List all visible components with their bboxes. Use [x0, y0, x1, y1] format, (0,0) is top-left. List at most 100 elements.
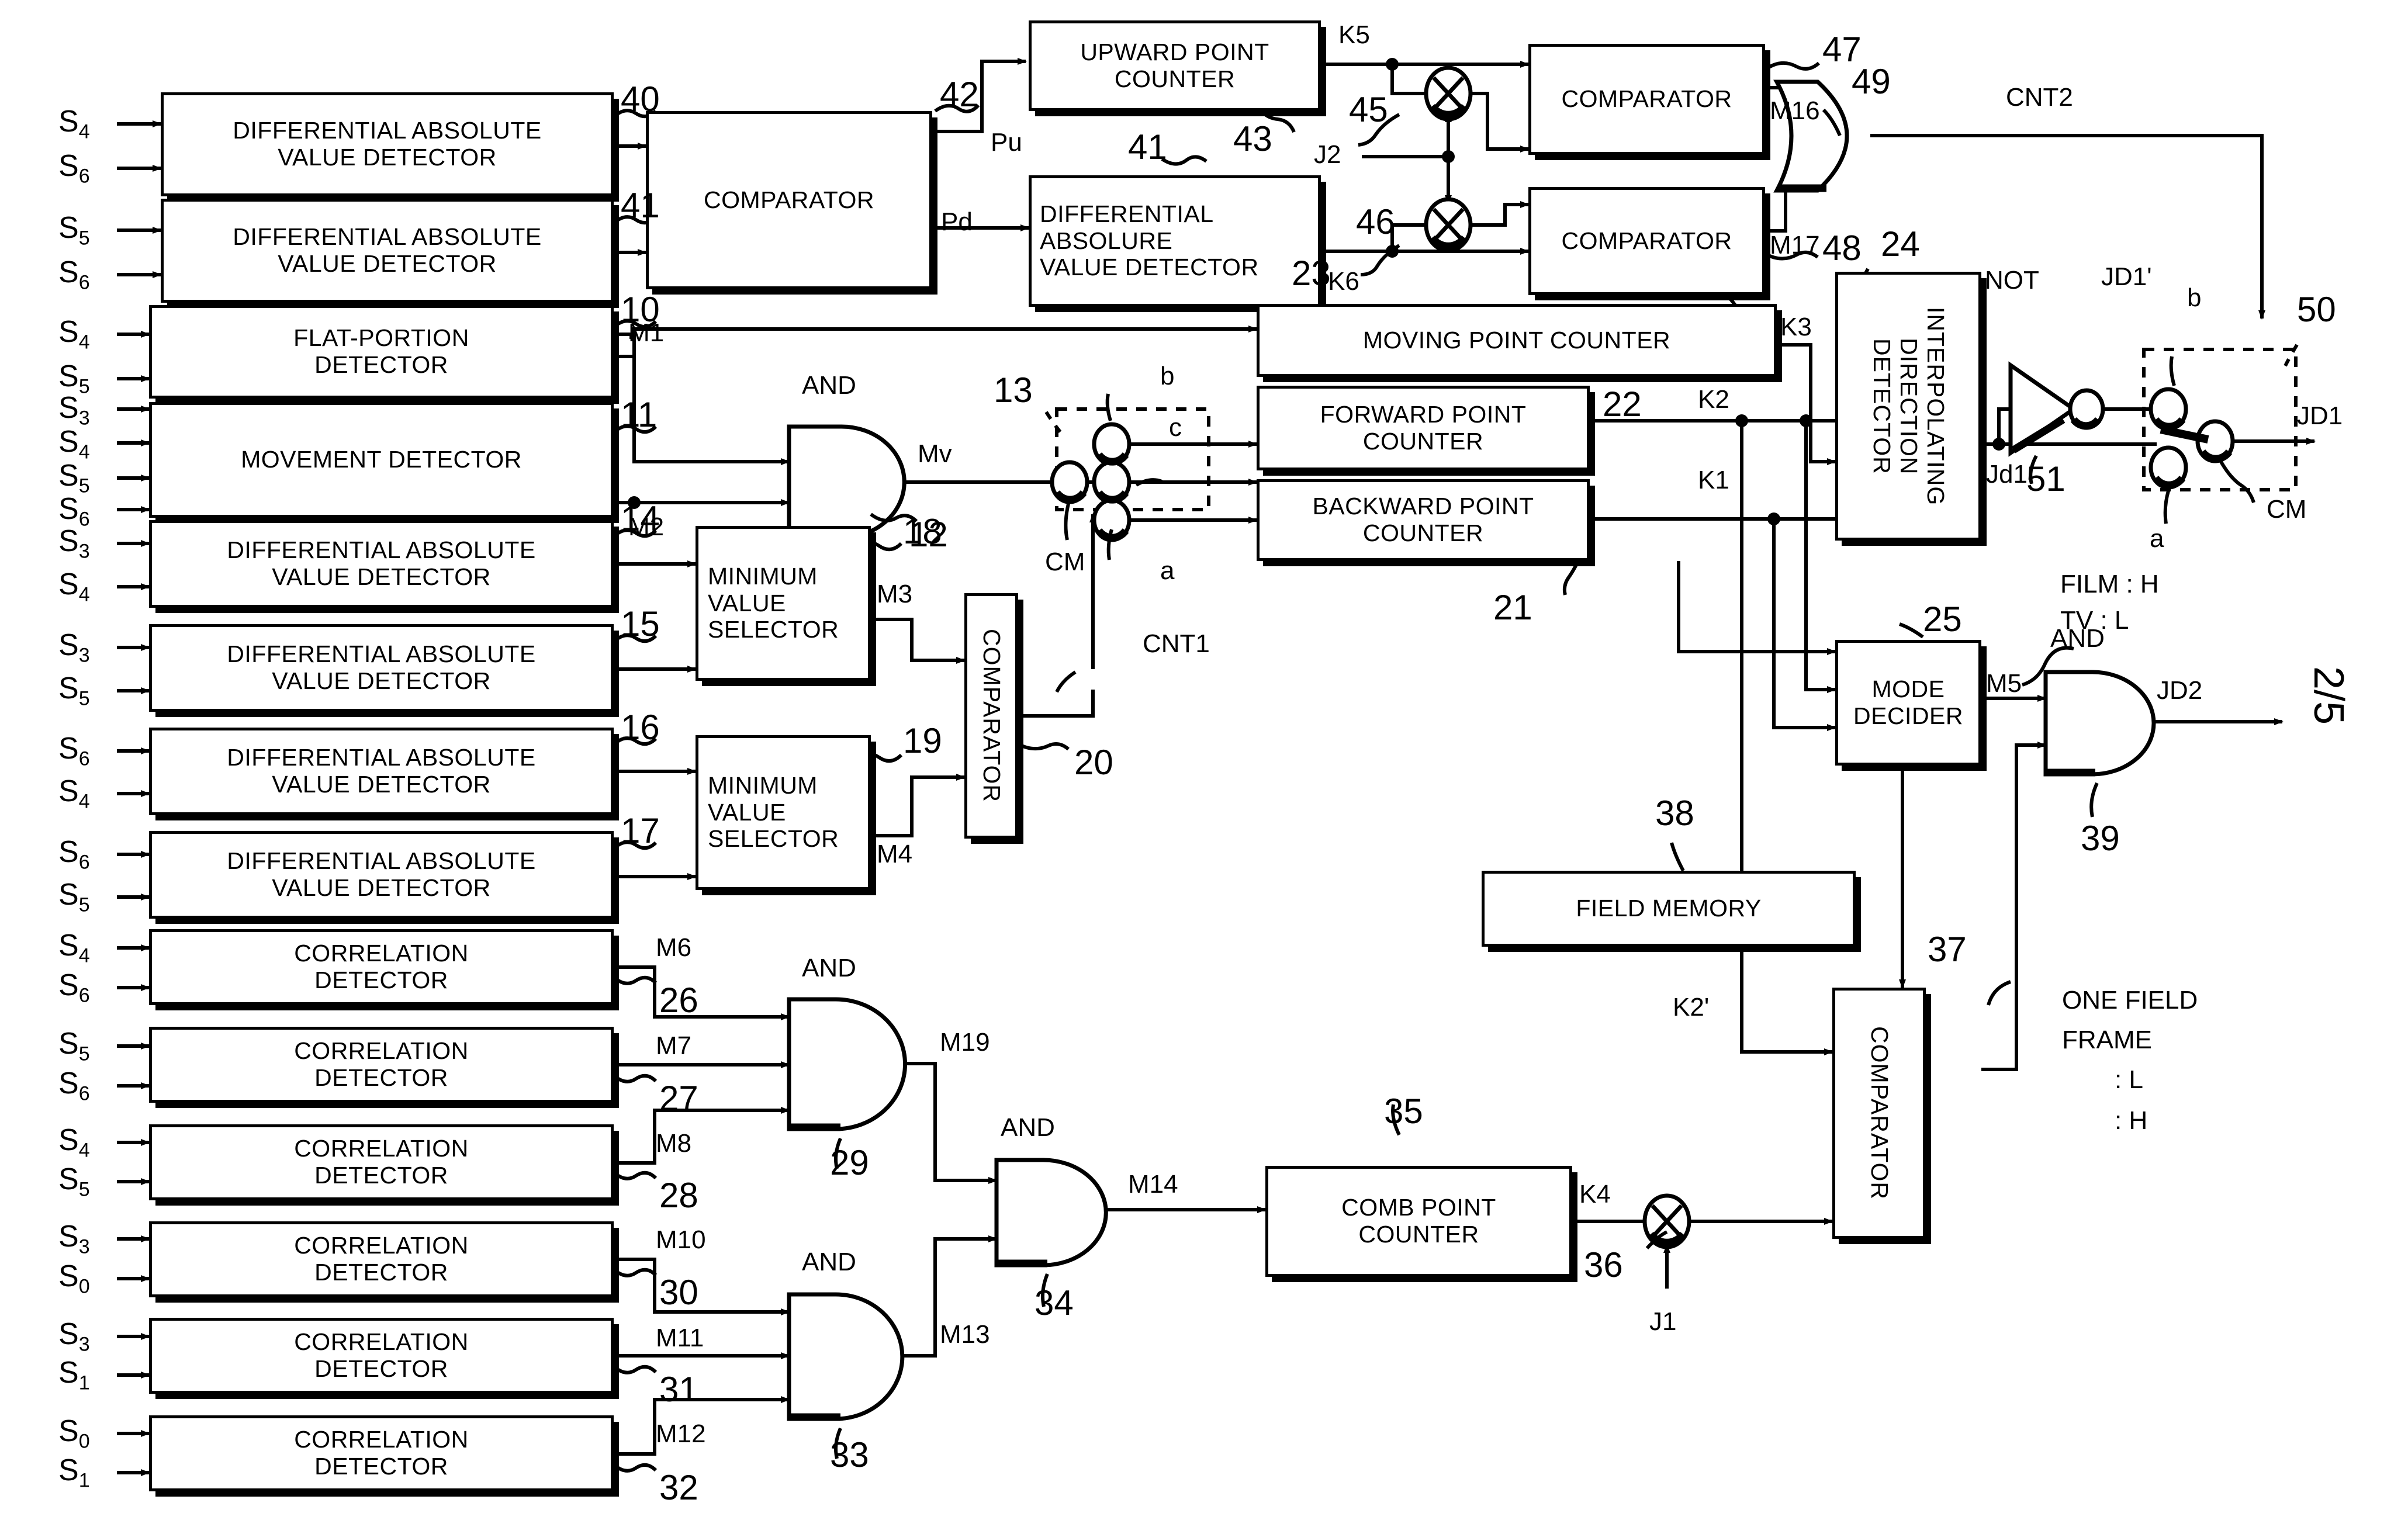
contact-label-a-switch13: a [1160, 556, 1175, 585]
block-line: VALUE [708, 798, 786, 826]
block-line: DIFFERENTIAL ABSOLUTE [227, 536, 536, 564]
block-field-memory-38[interactable]: FIELD MEMORY [1482, 871, 1856, 947]
block-interpolating-direction-detector-24[interactable]: INTERPOLATING DIRECTION DETECTOR [1835, 272, 1981, 541]
block-line: COMPARATOR [1866, 1026, 1893, 1200]
ref-numeral-49: 49 [1852, 62, 1891, 101]
block-line: DIFFERENTIAL ABSOLUTE [227, 847, 536, 875]
ref-numeral-43: 43 [1233, 119, 1272, 158]
ref-numeral-36: 36 [1584, 1245, 1623, 1284]
block-line: COUNTER [1362, 427, 1484, 455]
block-minimum-value-selector-19[interactable]: MINIMUM VALUE SELECTOR [696, 735, 871, 890]
block-line: COUNTER [1114, 65, 1236, 92]
block-line: VALUE DETECTOR [278, 250, 497, 277]
block-differential-absolure-value-detector-41b[interactable]: DIFFERENTIAL ABSOLURE VALUE DETECTOR [1029, 175, 1321, 307]
gate-label-and-34: AND [1001, 1113, 1055, 1142]
block-line: COMPARATOR [703, 186, 875, 213]
input-label-s4: S4 [58, 105, 90, 143]
block-forward-point-counter-22[interactable]: FORWARD POINT COUNTER [1257, 386, 1590, 470]
signal-label-k4: K4 [1579, 1180, 1611, 1208]
block-mode-decider-25[interactable]: MODE DECIDER [1835, 640, 1981, 766]
patent-figure-canvas: DIFFERENTIAL ABSOLUTE VALUE DETECTOR DIF… [0, 0, 2408, 1534]
input-label-s4: S4 [58, 929, 90, 967]
block-backward-point-counter-21[interactable]: BACKWARD POINT COUNTER [1257, 479, 1590, 561]
block-comparator-47[interactable]: COMPARATOR [1528, 44, 1765, 155]
block-comparator-20[interactable]: COMPARATOR [964, 593, 1018, 839]
ref-numeral-19: 19 [903, 721, 942, 760]
block-line: MINIMUM [708, 771, 818, 799]
signal-label-m6: M6 [656, 933, 692, 962]
signal-label-pd: Pd [941, 207, 973, 236]
signal-label-cnt1: CNT1 [1143, 629, 1210, 658]
input-label-s3: S3 [58, 391, 90, 430]
ref-numeral-25: 25 [1923, 600, 1962, 639]
block-correlation-detector-30[interactable]: CORRELATION DETECTOR [149, 1221, 614, 1297]
input-label-s5: S5 [58, 1162, 90, 1201]
signal-label-k2: K2 [1698, 385, 1729, 414]
block-correlation-detector-27[interactable]: CORRELATION DETECTOR [149, 1027, 614, 1103]
block-comparator-37[interactable]: COMPARATOR [1832, 988, 1926, 1239]
ref-numeral-28: 28 [659, 1176, 698, 1215]
block-line: UPWARD POINT [1080, 38, 1269, 65]
block-correlation-detector-26[interactable]: CORRELATION DETECTOR [149, 929, 614, 1005]
block-differential-absolute-value-detector-14[interactable]: DIFFERENTIAL ABSOLUTE VALUE DETECTOR [149, 520, 614, 608]
block-correlation-detector-31[interactable]: CORRELATION DETECTOR [149, 1318, 614, 1394]
block-moving-point-counter-23[interactable]: MOVING POINT COUNTER [1257, 304, 1777, 377]
ref-numeral-30: 30 [659, 1273, 698, 1312]
ref-numeral-24: 24 [1881, 224, 1920, 264]
ref-numeral-41b: 41 [1128, 127, 1167, 167]
ref-numeral-51: 51 [2026, 459, 2066, 498]
block-differential-absolute-value-detector-41a[interactable]: DIFFERENTIAL ABSOLUTE VALUE DETECTOR [161, 199, 614, 303]
ref-numeral-23: 23 [1292, 254, 1331, 293]
block-line: VALUE DETECTOR [272, 874, 491, 901]
ref-numeral-21: 21 [1493, 588, 1532, 627]
block-correlation-detector-28[interactable]: CORRELATION DETECTOR [149, 1124, 614, 1200]
signal-label-mv: Mv [918, 439, 952, 468]
ref-numeral-41a: 41 [621, 186, 660, 225]
signal-label-m5: M5 [1986, 669, 2022, 698]
block-comparator-48[interactable]: COMPARATOR [1528, 187, 1765, 295]
block-line: CORRELATION [294, 940, 469, 967]
block-line: COMPARATOR [1561, 227, 1732, 254]
input-label-s4: S4 [58, 315, 90, 354]
annotation-one-field: ONE FIELD [2062, 986, 2198, 1014]
block-differential-absolute-value-detector-15[interactable]: DIFFERENTIAL ABSOLUTE VALUE DETECTOR [149, 624, 614, 712]
block-line: DETECTOR [314, 1355, 448, 1382]
ref-numeral-11: 11 [621, 395, 658, 434]
block-differential-absolute-value-detector-16[interactable]: DIFFERENTIAL ABSOLUTE VALUE DETECTOR [149, 728, 614, 815]
block-upward-point-counter-43[interactable]: UPWARD POINT COUNTER [1029, 20, 1321, 111]
contact-label-a-switch50: a [2150, 524, 2164, 553]
signal-label-k6: K6 [1328, 267, 1359, 296]
block-line: ABSOLURE [1040, 227, 1173, 254]
input-label-s6: S6 [58, 255, 90, 294]
block-line: VALUE [708, 589, 786, 617]
block-differential-absolute-value-detector-17[interactable]: DIFFERENTIAL ABSOLUTE VALUE DETECTOR [149, 831, 614, 919]
block-correlation-detector-32[interactable]: CORRELATION DETECTOR [149, 1415, 614, 1491]
block-movement-detector-11[interactable]: MOVEMENT DETECTOR [149, 402, 614, 518]
block-line: FLAT-PORTION [293, 324, 469, 352]
signal-label-jd1-prime: JD1' [2101, 262, 2152, 291]
block-minimum-value-selector-18[interactable]: MINIMUM VALUE SELECTOR [696, 526, 871, 681]
signal-label-cnt2: CNT2 [2006, 83, 2073, 112]
input-label-s6: S6 [58, 149, 90, 188]
block-line: DETECTOR [314, 1064, 448, 1091]
input-label-s0: S0 [58, 1259, 90, 1298]
ref-numeral-45: 45 [1349, 90, 1388, 129]
block-line: CORRELATION [294, 1426, 469, 1453]
block-comparator-42[interactable]: COMPARATOR [646, 111, 932, 289]
ref-numeral-46: 46 [1356, 202, 1395, 241]
signal-label-jd2: JD2 [2157, 676, 2203, 705]
block-line: VALUE DETECTOR [278, 144, 497, 171]
signal-label-m2: M2 [628, 513, 665, 541]
ref-numeral-39: 39 [2081, 819, 2120, 858]
block-line: CORRELATION [294, 1232, 469, 1259]
block-line: COUNTER [1362, 520, 1484, 546]
block-line: SELECTOR [708, 616, 839, 643]
block-flat-portion-detector-10[interactable]: FLAT-PORTION DETECTOR [149, 305, 614, 399]
block-line: DIFFERENTIAL ABSOLUTE [227, 640, 536, 668]
ref-numeral-31: 31 [659, 1370, 698, 1409]
signal-label-cm-switch13: CM [1045, 548, 1085, 576]
signal-label-jd1: JD1 [2297, 401, 2343, 430]
annotation-film-h: FILM : H [2060, 570, 2159, 598]
block-differential-absolute-value-detector-40[interactable]: DIFFERENTIAL ABSOLUTE VALUE DETECTOR [161, 92, 614, 196]
block-comb-point-counter-35[interactable]: COMB POINT COUNTER [1265, 1166, 1572, 1277]
